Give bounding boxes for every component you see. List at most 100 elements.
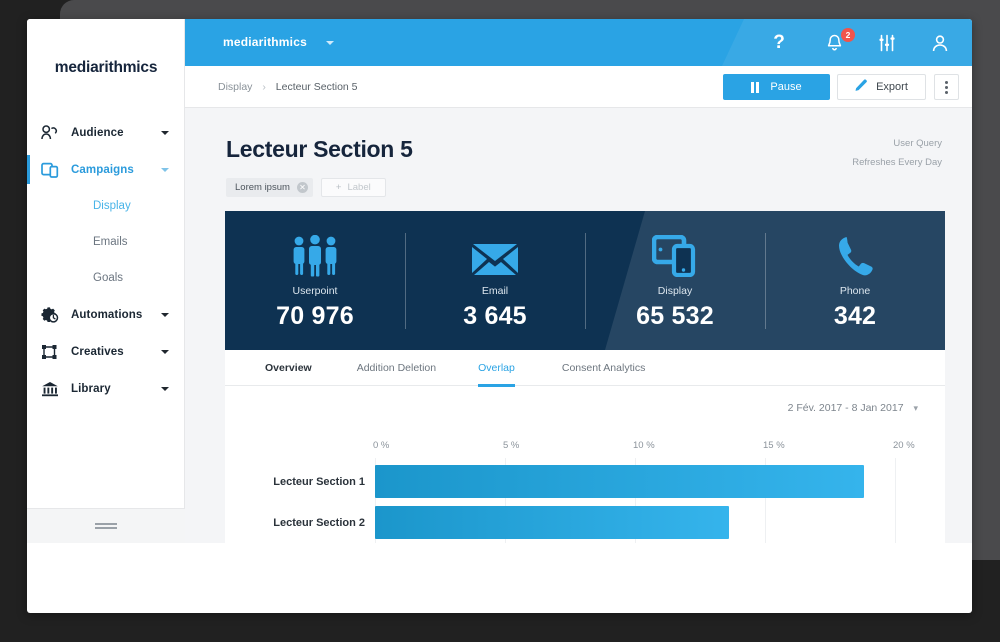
tab-overlap[interactable]: Overlap bbox=[478, 350, 515, 387]
sidebar-item-campaigns[interactable]: Campaigns bbox=[27, 151, 185, 188]
content-area: Lecteur Section 5 Lorem ipsum ✕ + Label … bbox=[185, 108, 972, 543]
chart-gridline bbox=[895, 458, 896, 543]
chevron-down-icon bbox=[161, 130, 169, 135]
kpi-strip: Userpoint 70 976 Email 3 645 Display 65 … bbox=[225, 211, 945, 350]
tab-bar: Overview Addition Deletion Overlap Conse… bbox=[225, 350, 945, 387]
overlap-bar-chart: 0 % 5 % 10 % 15 % 20 % Lecteur Section 1… bbox=[225, 440, 945, 543]
plus-icon: + bbox=[335, 182, 342, 193]
sliders-icon[interactable] bbox=[875, 31, 899, 55]
breadcrumb: Display › Lecteur Section 5 bbox=[218, 81, 358, 93]
topbar-brand[interactable]: mediarithmics bbox=[223, 35, 307, 49]
chart-xtick: 15 % bbox=[763, 440, 785, 451]
sidebar-item-creatives[interactable]: Creatives bbox=[27, 333, 185, 370]
tab-label: Addition Deletion bbox=[356, 361, 437, 374]
breadcrumb-bar: Display › Lecteur Section 5 Pause Export bbox=[185, 66, 972, 108]
campaigns-icon bbox=[41, 160, 65, 180]
export-button-label: Export bbox=[876, 81, 908, 93]
kpi-card-userpoint[interactable]: Userpoint 70 976 bbox=[225, 211, 405, 350]
sidebar-subitem-label: Goals bbox=[93, 272, 124, 284]
creatives-icon bbox=[41, 342, 65, 362]
sidebar-item-label: Library bbox=[71, 382, 111, 395]
kpi-card-phone[interactable]: Phone 342 bbox=[765, 211, 945, 350]
application-window: mediarithmics Audience Campaigns Display… bbox=[27, 19, 972, 613]
automations-icon bbox=[41, 305, 65, 325]
page-title: Lecteur Section 5 bbox=[226, 136, 413, 162]
date-range-text: 2 Fév. 2017 - 8 Jan 2017 bbox=[787, 402, 904, 414]
top-bar: mediarithmics ? 2 bbox=[185, 19, 972, 66]
pause-button[interactable]: Pause bbox=[723, 74, 830, 100]
people-group-icon bbox=[289, 231, 341, 277]
kebab-menu-icon[interactable] bbox=[934, 74, 959, 100]
question-mark-icon[interactable]: ? bbox=[767, 31, 791, 55]
kpi-label: Email bbox=[481, 284, 509, 297]
chart-category-label: Lecteur Section 1 bbox=[273, 476, 365, 488]
sidebar-item-label: Audience bbox=[71, 126, 124, 139]
sidebar-item-automations[interactable]: Automations bbox=[27, 296, 185, 333]
add-label-button[interactable]: + Label bbox=[320, 178, 386, 197]
sidebar-item-audience[interactable]: Audience bbox=[27, 114, 185, 151]
breadcrumb-root[interactable]: Display bbox=[218, 81, 252, 93]
sidebar-item-label: Automations bbox=[71, 308, 143, 321]
kpi-value: 70 976 bbox=[276, 301, 354, 330]
sidebar: mediarithmics Audience Campaigns Display… bbox=[27, 19, 185, 543]
query-meta: User Query Refreshes Every Day bbox=[852, 134, 942, 172]
export-button[interactable]: Export bbox=[837, 74, 926, 100]
date-range-picker[interactable]: 2 Fév. 2017 - 8 Jan 2017 ▾ bbox=[788, 402, 918, 414]
sidebar-subitem-label: Display bbox=[93, 200, 131, 212]
kpi-value: 3 645 bbox=[463, 301, 527, 330]
user-avatar-icon[interactable] bbox=[928, 31, 952, 55]
tag-chip[interactable]: Lorem ipsum ✕ bbox=[226, 178, 313, 197]
kpi-label: Phone bbox=[839, 284, 871, 297]
query-type-label: User Query bbox=[893, 138, 942, 149]
tab-label: Overview bbox=[265, 361, 312, 374]
kpi-label: Userpoint bbox=[292, 284, 338, 297]
desktop-background: mediarithmics Audience Campaigns Display… bbox=[0, 0, 1000, 642]
chevron-down-icon bbox=[161, 349, 169, 354]
sidebar-nav: Audience Campaigns Display Emails Goals … bbox=[27, 114, 185, 407]
close-circle-icon[interactable]: ✕ bbox=[296, 182, 308, 193]
tab-overview[interactable]: Overview bbox=[265, 350, 312, 386]
chart-xtick: 20 % bbox=[893, 440, 915, 451]
kpi-card-display[interactable]: Display 65 532 bbox=[585, 211, 765, 350]
add-label-text: Label bbox=[347, 182, 371, 193]
tablet-phone-icon bbox=[652, 231, 698, 277]
kpi-value: 342 bbox=[833, 301, 877, 330]
tab-label: Consent Analytics bbox=[561, 361, 646, 374]
tag-label: Lorem ipsum bbox=[235, 182, 290, 193]
sidebar-item-library[interactable]: Library bbox=[27, 370, 185, 407]
tab-consent-analytics[interactable]: Consent Analytics bbox=[562, 350, 645, 386]
tag-list: Lorem ipsum ✕ + Label bbox=[226, 178, 386, 197]
audience-icon bbox=[41, 123, 65, 143]
chevron-down-icon bbox=[161, 312, 169, 317]
pause-button-label: Pause bbox=[770, 81, 802, 93]
chevron-down-icon[interactable] bbox=[326, 41, 334, 45]
sidebar-collapse-button[interactable] bbox=[27, 508, 185, 543]
chart-xtick: 10 % bbox=[633, 440, 655, 451]
breadcrumb-current: Lecteur Section 5 bbox=[275, 81, 358, 93]
tab-label: Overlap bbox=[478, 361, 515, 374]
chart-xtick: 0 % bbox=[373, 440, 390, 451]
hamburger-collapse-icon bbox=[95, 520, 117, 532]
chart-bar[interactable] bbox=[375, 506, 729, 539]
chart-xtick: 5 % bbox=[503, 440, 520, 451]
chart-bar[interactable] bbox=[375, 465, 864, 498]
sidebar-subitem-label: Emails bbox=[93, 236, 128, 248]
phone-handset-icon bbox=[835, 231, 875, 277]
refresh-frequency-label: Refreshes Every Day bbox=[852, 157, 942, 168]
sidebar-item-emails[interactable]: Emails bbox=[27, 224, 185, 260]
library-icon bbox=[41, 379, 65, 399]
kpi-divider bbox=[585, 233, 586, 329]
app-logo: mediarithmics bbox=[54, 59, 158, 76]
kpi-label: Display bbox=[657, 284, 693, 297]
envelope-icon bbox=[471, 231, 519, 277]
tab-addition-deletion[interactable]: Addition Deletion bbox=[357, 350, 436, 386]
sidebar-item-label: Creatives bbox=[71, 345, 124, 358]
chevron-down-icon: ▾ bbox=[913, 403, 918, 413]
kpi-divider bbox=[765, 233, 766, 329]
sidebar-item-label: Campaigns bbox=[71, 163, 134, 176]
kpi-card-email[interactable]: Email 3 645 bbox=[405, 211, 585, 350]
sidebar-item-goals[interactable]: Goals bbox=[27, 260, 185, 296]
chevron-down-icon bbox=[161, 167, 169, 172]
sidebar-item-display[interactable]: Display bbox=[27, 188, 185, 224]
analytics-panel: Overview Addition Deletion Overlap Conse… bbox=[225, 350, 945, 543]
